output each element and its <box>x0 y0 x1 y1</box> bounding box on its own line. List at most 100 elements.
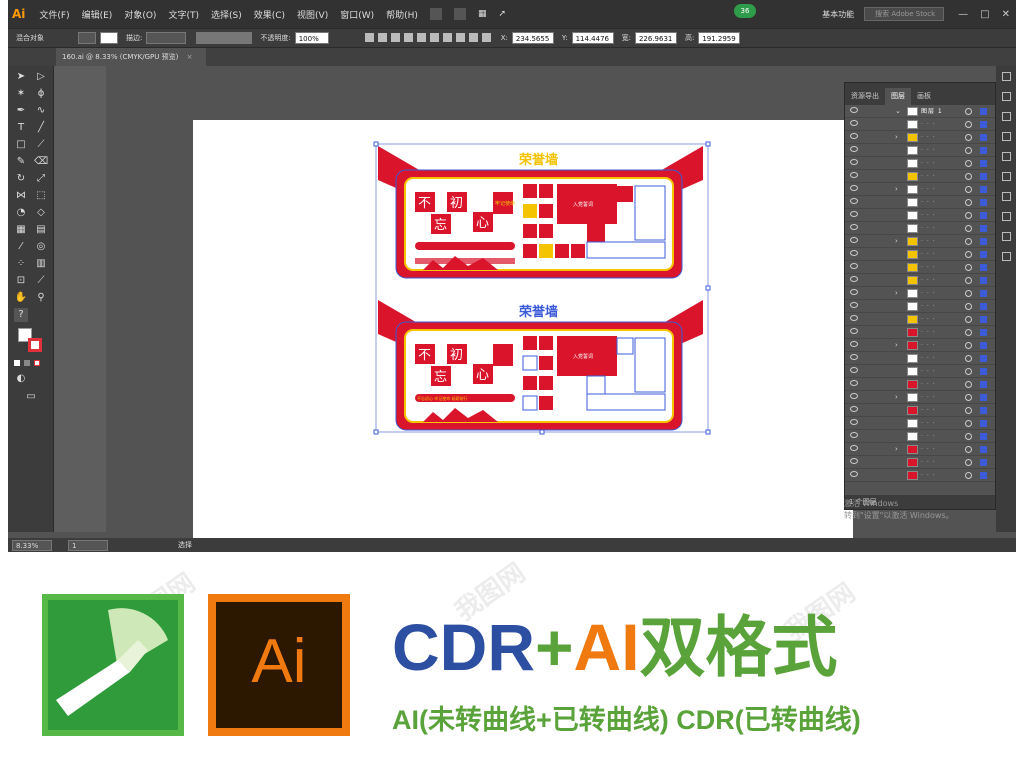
layer-row[interactable]: › · · · <box>845 183 995 196</box>
target-icon[interactable] <box>965 368 972 375</box>
visibility-eye-icon[interactable] <box>850 354 858 360</box>
w-field[interactable]: 226.9631 <box>634 32 677 44</box>
blend-tool-icon[interactable]: ◎ <box>34 240 48 254</box>
stock-search-input[interactable]: 搜索 Adobe Stock <box>864 7 945 21</box>
visibility-eye-icon[interactable] <box>850 159 858 165</box>
y-field[interactable]: 114.4476 <box>571 32 614 44</box>
target-icon[interactable] <box>965 251 972 258</box>
selection-indicator[interactable] <box>980 368 987 375</box>
color-icon[interactable] <box>1002 92 1011 101</box>
selection-indicator[interactable] <box>980 303 987 310</box>
layer-row[interactable]: · · · <box>845 456 995 469</box>
visibility-eye-icon[interactable] <box>850 315 858 321</box>
target-icon[interactable] <box>965 186 972 193</box>
bridge-icon[interactable] <box>429 8 442 20</box>
selection-indicator[interactable] <box>980 199 987 206</box>
stroke-weight-field[interactable] <box>146 32 187 44</box>
perspective-tool-icon[interactable]: ◇ <box>34 206 48 220</box>
layer-row[interactable]: · · · <box>845 378 995 391</box>
selection-indicator[interactable] <box>980 277 987 284</box>
document-tab[interactable]: 160.ai @ 8.33% (CMYK/GPU 预览) × <box>56 48 206 66</box>
menu-view[interactable]: 视图(V) <box>297 8 328 21</box>
menu-help[interactable]: 帮助(H) <box>386 8 418 21</box>
stroke-color-icon[interactable] <box>28 338 42 352</box>
curvature-tool-icon[interactable]: ∿ <box>34 104 48 118</box>
layer-row[interactable]: · · · <box>845 365 995 378</box>
tab-layers[interactable]: 图层 <box>885 88 911 105</box>
layer-row[interactable]: · · · <box>845 404 995 417</box>
selection-indicator[interactable] <box>980 329 987 336</box>
selection-handle[interactable] <box>539 429 545 435</box>
selection-indicator[interactable] <box>980 290 987 297</box>
layer-row[interactable]: › · · · <box>845 339 995 352</box>
target-icon[interactable] <box>965 381 972 388</box>
visibility-eye-icon[interactable] <box>850 107 858 113</box>
h-field[interactable]: 191.2959 <box>698 32 741 44</box>
selection-indicator[interactable] <box>980 407 987 414</box>
selection-indicator[interactable] <box>980 147 987 154</box>
visibility-eye-icon[interactable] <box>850 432 858 438</box>
menu-type[interactable]: 文字(T) <box>168 8 199 21</box>
selection-indicator[interactable] <box>980 212 987 219</box>
menu-window[interactable]: 窗口(W) <box>340 8 374 21</box>
graph-tool-icon[interactable]: ▥ <box>34 257 48 271</box>
lasso-tool-icon[interactable]: ϕ <box>34 87 48 101</box>
layer-row[interactable]: · · · <box>845 274 995 287</box>
target-icon[interactable] <box>965 290 972 297</box>
target-icon[interactable] <box>965 212 972 219</box>
visibility-eye-icon[interactable] <box>850 211 858 217</box>
selection-indicator[interactable] <box>980 472 987 479</box>
visibility-eye-icon[interactable] <box>850 289 858 295</box>
tab-asset-export[interactable]: 资源导出 <box>845 88 885 105</box>
distribute-spacing-icon[interactable] <box>481 32 491 42</box>
expand-arrow-icon[interactable]: › <box>895 235 898 248</box>
line-tool-icon[interactable]: ╱ <box>34 121 48 135</box>
target-icon[interactable] <box>965 173 972 180</box>
visibility-eye-icon[interactable] <box>850 393 858 399</box>
zoom-field[interactable]: 8.33% <box>12 539 52 551</box>
target-icon[interactable] <box>965 407 972 414</box>
stroke-icon[interactable] <box>1002 172 1011 181</box>
target-icon[interactable] <box>965 472 972 479</box>
target-icon[interactable] <box>965 433 972 440</box>
target-icon[interactable] <box>965 446 972 453</box>
x-field[interactable]: 234.5655 <box>511 32 554 44</box>
width-tool-icon[interactable]: ⋈ <box>14 189 28 203</box>
none-mode-icon[interactable] <box>34 360 40 366</box>
target-icon[interactable] <box>965 121 972 128</box>
close-button[interactable]: ✕ <box>1002 9 1010 20</box>
visibility-eye-icon[interactable] <box>850 445 858 451</box>
align-center-icon[interactable] <box>377 32 387 42</box>
target-icon[interactable] <box>965 355 972 362</box>
align-right-icon[interactable] <box>390 32 400 42</box>
selection-indicator[interactable] <box>980 160 987 167</box>
selection-indicator[interactable] <box>980 264 987 271</box>
eraser-tool-icon[interactable]: ⌫ <box>34 155 48 169</box>
visibility-eye-icon[interactable] <box>850 172 858 178</box>
selection-indicator[interactable] <box>980 121 987 128</box>
layer-row[interactable]: · · · <box>845 144 995 157</box>
selection-indicator[interactable] <box>980 186 987 193</box>
selection-handle[interactable] <box>373 429 379 435</box>
selection-indicator[interactable] <box>980 134 987 141</box>
stock-icon[interactable] <box>453 8 466 20</box>
workspace-switcher[interactable]: 基本功能 <box>822 9 854 20</box>
layer-row[interactable]: · · · <box>845 209 995 222</box>
paintbrush-tool-icon[interactable]: ⟋ <box>34 138 48 152</box>
distribute-vertical-icon[interactable] <box>455 32 465 42</box>
visibility-eye-icon[interactable] <box>850 341 858 347</box>
selection-handle[interactable] <box>705 141 711 147</box>
visibility-eye-icon[interactable] <box>850 146 858 152</box>
layer-row[interactable]: › · · · <box>845 391 995 404</box>
layer-row[interactable]: · · · <box>845 417 995 430</box>
layer-row-top[interactable]: ⌄ 图层 1 <box>845 105 995 118</box>
symbols-icon[interactable] <box>1002 152 1011 161</box>
shaper-tool-icon[interactable]: ✎ <box>14 155 28 169</box>
transparency-icon[interactable] <box>1002 212 1011 221</box>
layer-row[interactable]: › · · · <box>845 287 995 300</box>
target-icon[interactable] <box>965 225 972 232</box>
brush-definition-field[interactable] <box>196 32 253 44</box>
layer-row[interactable]: · · · <box>845 313 995 326</box>
selection-indicator[interactable] <box>980 381 987 388</box>
align-left-icon[interactable] <box>364 32 374 42</box>
